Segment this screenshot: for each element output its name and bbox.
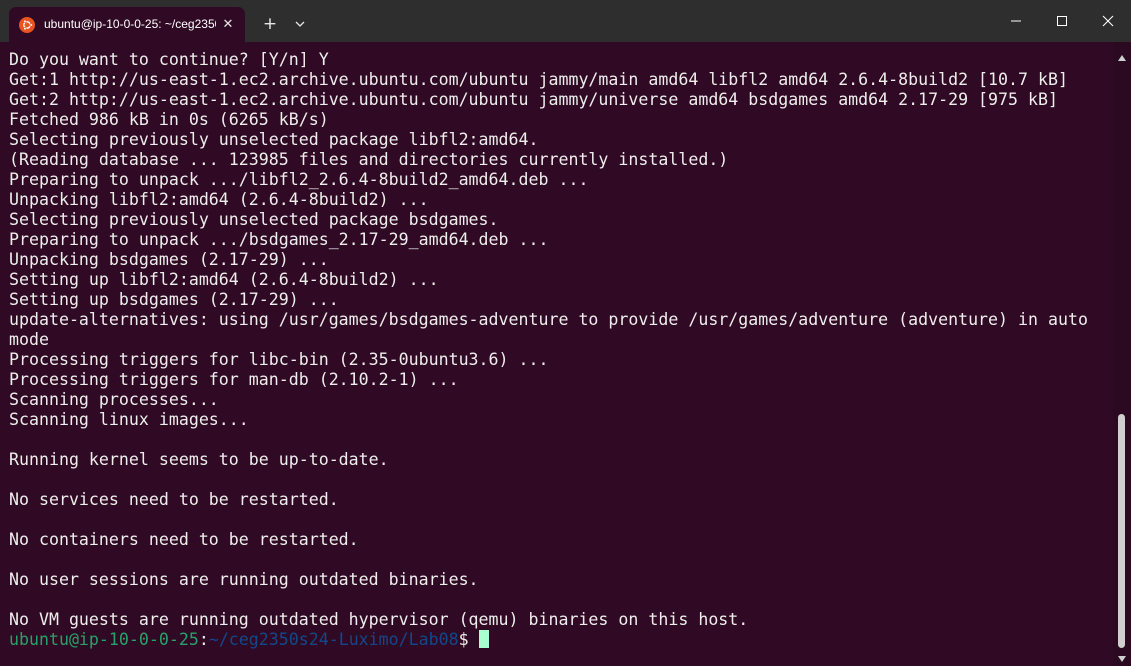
title-bar[interactable]: ubuntu@ip-10-0-0-25: ~/ceg2350s24-Luximo… (0, 0, 1131, 42)
prompt-path: ~/ceg2350s24-Luximo/Lab08 (208, 630, 459, 649)
close-icon[interactable]: ✕ (219, 16, 237, 34)
terminal-tab[interactable]: ubuntu@ip-10-0-0-25: ~/ceg2350s24-Luximo… (9, 7, 245, 42)
terminal-window: ubuntu@ip-10-0-0-25: ~/ceg2350s24-Luximo… (0, 0, 1131, 666)
tab-title: ubuntu@ip-10-0-0-25: ~/ceg2350s24-Luximo… (44, 17, 216, 31)
minimize-icon[interactable] (993, 0, 1039, 42)
plus-icon[interactable]: + (258, 13, 282, 35)
terminal-area[interactable]: Do you want to continue? [Y/n] Y Get:1 h… (0, 42, 1113, 666)
vertical-scrollbar[interactable] (1113, 42, 1131, 666)
shell-prompt[interactable]: ubuntu@ip-10-0-0-25:~/ceg2350s24-Luximo/… (9, 630, 489, 650)
scroll-up-arrow-icon[interactable] (1117, 48, 1127, 61)
scroll-down-arrow-icon[interactable] (1117, 649, 1127, 662)
scrollbar-thumb[interactable] (1118, 414, 1125, 648)
text-cursor (478, 630, 489, 648)
close-window-icon[interactable] (1085, 0, 1131, 42)
ubuntu-logo-icon (19, 17, 35, 33)
prompt-separator: : (198, 630, 209, 649)
maximize-icon[interactable] (1039, 0, 1085, 42)
terminal-output: Do you want to continue? [Y/n] Y Get:1 h… (9, 50, 1088, 629)
prompt-symbol: $ (458, 630, 469, 649)
chevron-down-icon[interactable] (289, 13, 311, 35)
prompt-user-host: ubuntu@ip-10-0-0-25 (9, 630, 199, 649)
